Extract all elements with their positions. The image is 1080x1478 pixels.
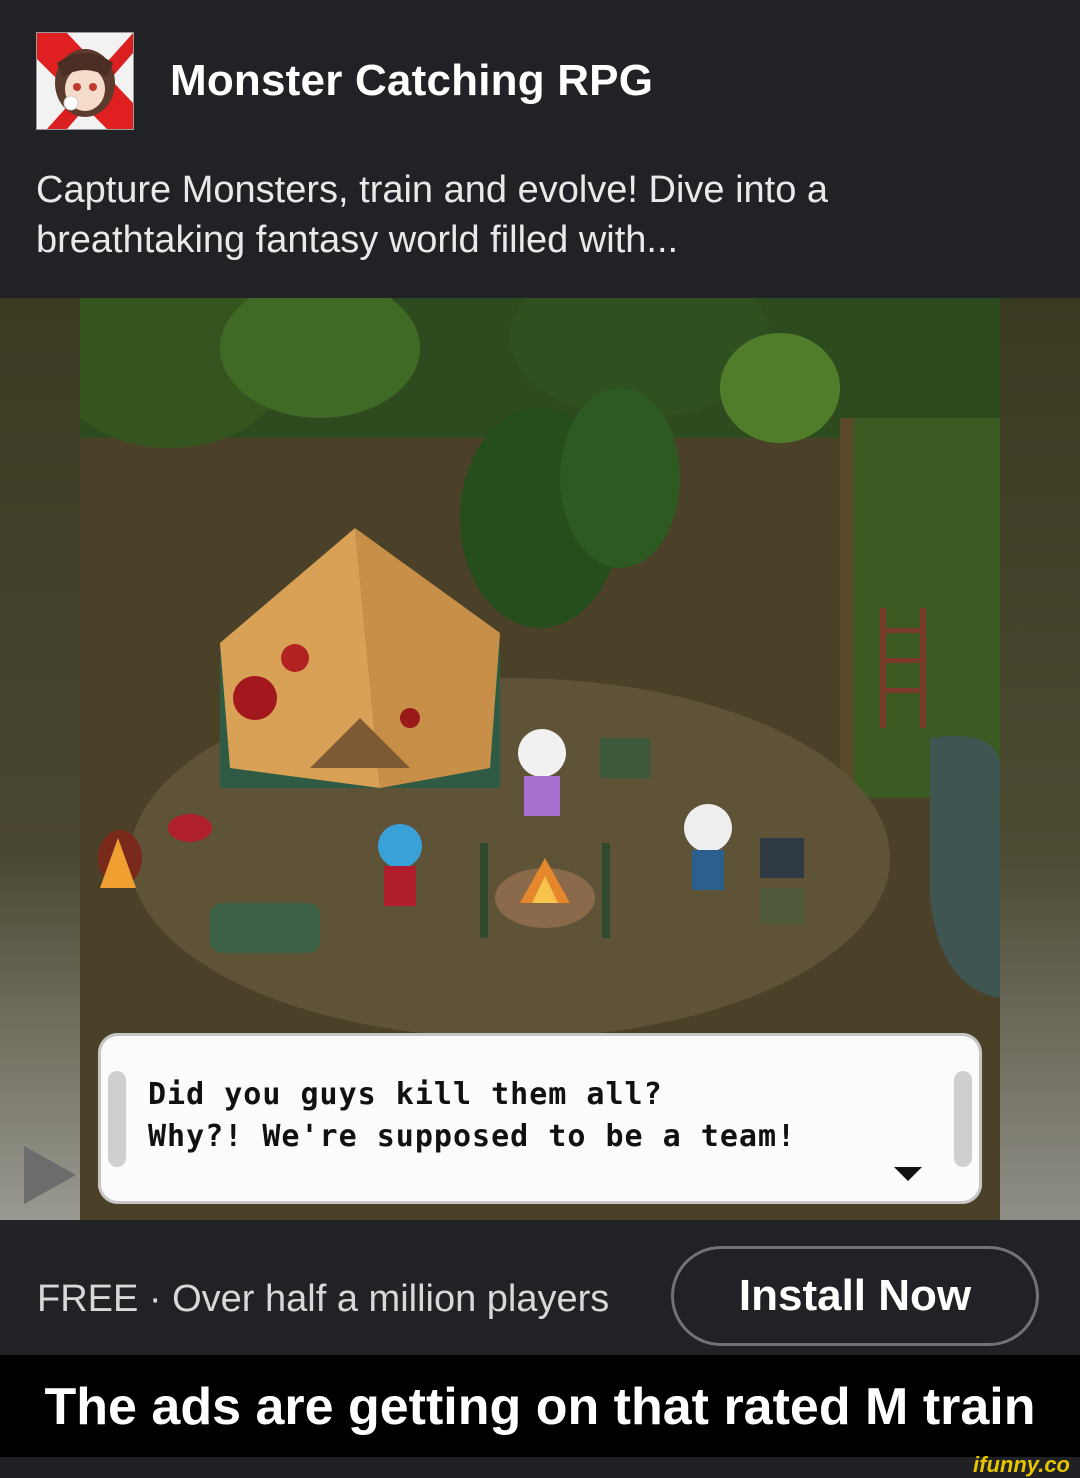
media-letterbox-right <box>1000 298 1080 1220</box>
ad-footer: FREE · Over half a million players Insta… <box>0 1222 1080 1355</box>
app-title[interactable]: Monster Catching RPG <box>170 56 653 106</box>
watermark: ifunny.co <box>973 1452 1070 1477</box>
dialog-continue-arrow-icon <box>894 1167 922 1181</box>
app-description: Capture Monsters, train and evolve! Dive… <box>36 169 829 261</box>
app-header: Monster Catching RPG <box>36 32 653 130</box>
bottom-strip <box>0 1457 1080 1478</box>
dialog-line-1: Did you guys kill them all? <box>148 1077 663 1112</box>
dialog-frame-left <box>108 1071 126 1167</box>
meme-caption-band: The ads are getting on that rated M trai… <box>0 1355 1080 1457</box>
install-now-button[interactable]: Install Now <box>671 1246 1039 1346</box>
dialog-frame-right <box>954 1071 972 1167</box>
game-dialog-box: Did you guys kill them all? Why?! We're … <box>98 1033 982 1204</box>
ad-footer-text: FREE · Over half a million players <box>37 1278 610 1320</box>
dialog-line-2: Why?! We're supposed to be a team! <box>148 1119 797 1154</box>
ad-card[interactable]: Monster Catching RPG Capture Monsters, t… <box>0 0 1080 1355</box>
media-letterbox-left <box>0 298 80 1220</box>
play-icon[interactable] <box>24 1146 76 1204</box>
meme-caption: The ads are getting on that rated M trai… <box>44 1378 1036 1436</box>
app-icon[interactable] <box>36 32 134 130</box>
